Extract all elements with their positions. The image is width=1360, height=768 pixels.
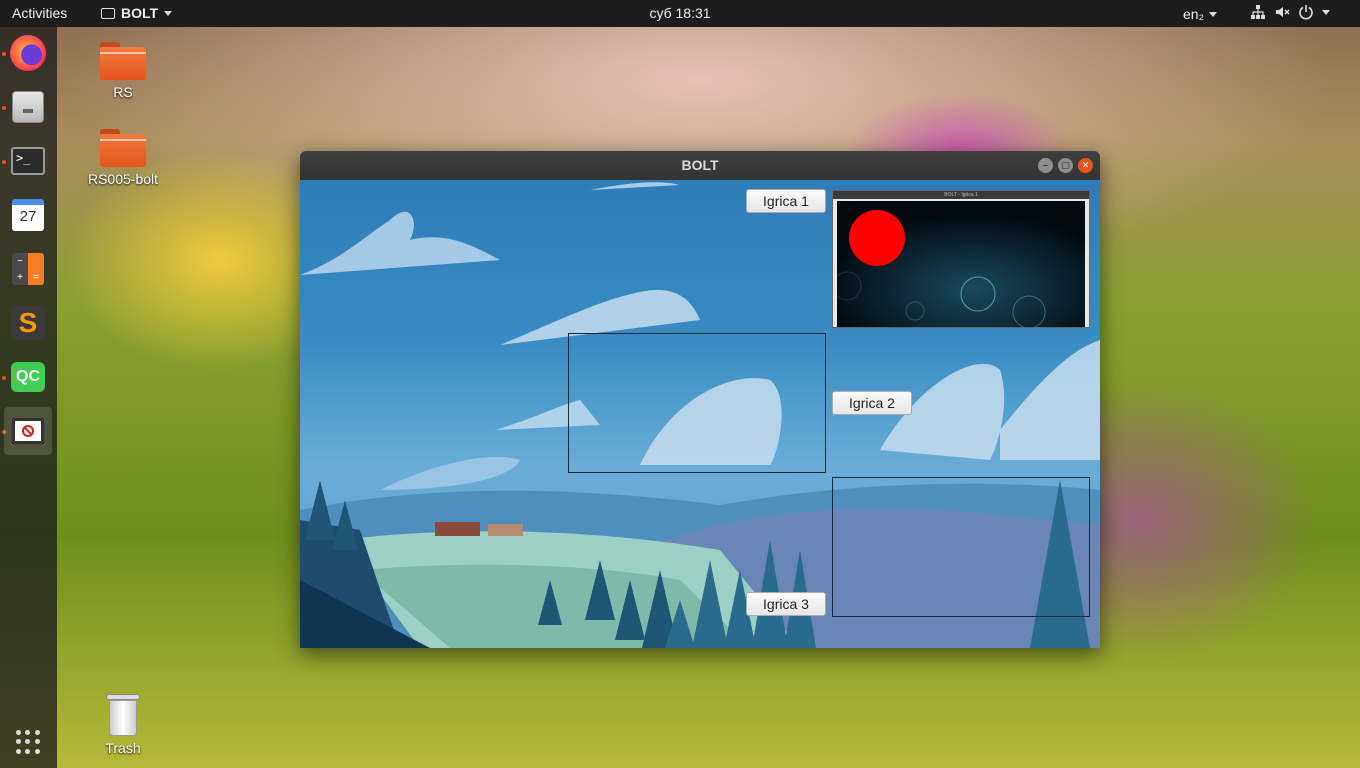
- clock[interactable]: суб 18:31: [649, 5, 710, 21]
- folder-icon: [100, 42, 146, 80]
- calendar-icon: 27: [12, 199, 44, 231]
- close-button[interactable]: ✕: [1078, 158, 1093, 173]
- dock-calculator[interactable]: − + =: [4, 245, 52, 293]
- dock-bolt[interactable]: [4, 407, 52, 455]
- trash-icon: [106, 694, 140, 736]
- desktop-trash[interactable]: Trash: [78, 694, 168, 756]
- app-menu[interactable]: BOLT: [101, 5, 173, 21]
- game-3-preview-area[interactable]: [832, 477, 1090, 617]
- desktop-icon-label: Trash: [105, 740, 141, 756]
- desktop-folder-rs[interactable]: RS: [78, 42, 168, 100]
- sublime-text-icon: S: [11, 306, 45, 340]
- dock-sublime-text[interactable]: S: [4, 299, 52, 347]
- volume-muted-icon: [1276, 7, 1290, 17]
- system-status-menu[interactable]: [1250, 4, 1330, 20]
- bolt-window: BOLT – ▢ ✕ Igrica 1 BOLT - Igrica 1 Igri…: [300, 151, 1100, 648]
- dock-files[interactable]: [4, 83, 52, 131]
- dock: >_ 27 − + = S QC: [0, 27, 57, 768]
- language-indicator[interactable]: en₂: [1183, 6, 1218, 22]
- dock-calendar[interactable]: 27: [4, 191, 52, 239]
- game-canvas[interactable]: Igrica 1 BOLT - Igrica 1 Igrica 2 Igrica…: [300, 180, 1100, 648]
- power-icon: [1299, 5, 1313, 20]
- chevron-down-icon: [164, 10, 173, 16]
- game-1-preview-window[interactable]: BOLT - Igrica 1: [832, 190, 1090, 328]
- show-applications-icon[interactable]: [16, 730, 40, 754]
- language-label: en₂: [1183, 6, 1205, 22]
- firefox-icon: [10, 35, 46, 71]
- window-title: BOLT: [681, 157, 719, 173]
- app-menu-label: BOLT: [121, 5, 159, 21]
- network-icon: [1251, 5, 1265, 19]
- dock-qt-creator[interactable]: QC: [4, 353, 52, 401]
- igrica-1-button[interactable]: Igrica 1: [746, 189, 826, 213]
- calculator-icon: − + =: [12, 253, 44, 285]
- desktop-icon-label: RS005-bolt: [87, 171, 159, 187]
- game-1-scene: [837, 201, 1085, 327]
- app-window-icon: [101, 7, 115, 19]
- maximize-button[interactable]: ▢: [1058, 158, 1073, 173]
- bolt-app-icon: [12, 418, 44, 444]
- top-bar: Activities BOLT суб 18:31 en₂: [0, 0, 1360, 27]
- chevron-down-icon: [1322, 9, 1330, 15]
- files-icon: [12, 91, 44, 123]
- dock-firefox[interactable]: [4, 29, 52, 77]
- clock-area: суб 18:31: [0, 5, 1360, 21]
- chevron-down-icon: [1209, 11, 1218, 17]
- dock-terminal[interactable]: >_: [4, 137, 52, 185]
- igrica-3-button[interactable]: Igrica 3: [746, 592, 826, 616]
- game-1-preview: [837, 201, 1085, 327]
- desktop-folder-rs005-bolt[interactable]: RS005-bolt: [78, 129, 168, 187]
- folder-icon: [100, 129, 146, 167]
- game-2-preview-area[interactable]: [568, 333, 826, 473]
- window-titlebar[interactable]: BOLT – ▢ ✕: [300, 151, 1100, 180]
- terminal-icon: >_: [11, 147, 45, 175]
- activities-button[interactable]: Activities: [12, 5, 67, 21]
- preview-title: BOLT - Igrica 1: [833, 191, 1089, 199]
- minimize-button[interactable]: –: [1038, 158, 1053, 173]
- qt-creator-icon: QC: [11, 362, 45, 392]
- igrica-2-button[interactable]: Igrica 2: [832, 391, 912, 415]
- desktop-icon-label: RS: [113, 84, 133, 100]
